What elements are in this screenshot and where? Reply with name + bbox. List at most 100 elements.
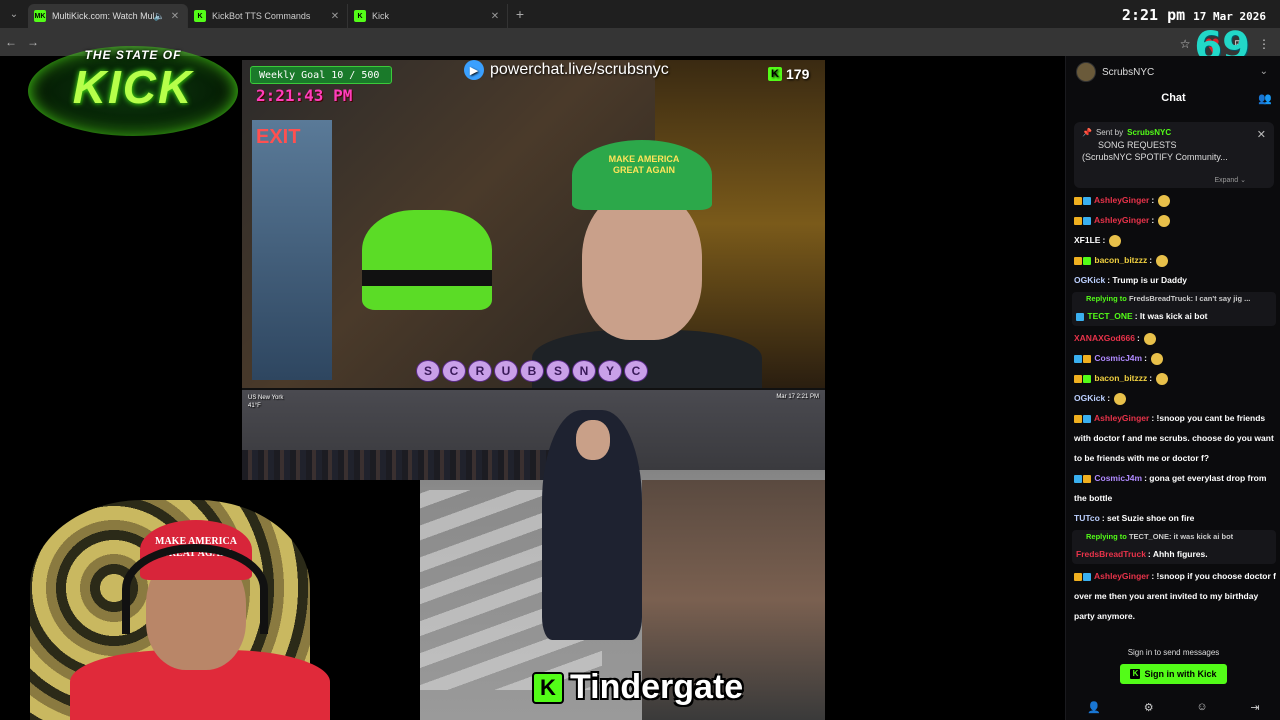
speaker-icon[interactable]: 🔈 — [154, 11, 165, 22]
reply-context[interactable]: Replying to TECT_ONE: it was kick ai bot — [1076, 530, 1272, 544]
reply-target: TECT_ONE: — [1128, 532, 1172, 541]
chat-message: OGKick: — [1072, 388, 1276, 408]
name-letter: S — [416, 360, 440, 382]
chat-username[interactable]: AshleyGinger — [1094, 571, 1149, 581]
officer-face — [576, 420, 610, 460]
viewer-count-value: 179 — [786, 66, 810, 82]
reply-label: Replying to — [1086, 532, 1127, 541]
badge-icon — [1083, 196, 1091, 205]
name-letter: R — [468, 360, 492, 382]
chat-username[interactable]: XANAXGod666 — [1074, 333, 1135, 343]
viewer-count: K 179 — [768, 66, 809, 82]
emote-icon — [1109, 234, 1122, 247]
emote-icon — [1156, 372, 1169, 385]
tab-search-icon[interactable]: ⌄ — [0, 0, 28, 28]
powerchat-banner: ▶ powerchat.live/scrubsnyc — [464, 60, 669, 80]
badge-icon — [1074, 354, 1082, 363]
gear-icon[interactable]: ⚙ — [1144, 701, 1154, 714]
emote-icon — [1114, 392, 1127, 405]
weekly-goal-badge: Weekly Goal 10 / 500 — [250, 66, 392, 84]
badge-icon — [1083, 474, 1091, 483]
tab-title: Kick — [372, 11, 390, 21]
chevron-down-icon[interactable]: ⌄ — [1260, 66, 1268, 77]
badge-icon — [1083, 354, 1091, 363]
chat-message: bacon_bitzzz: — [1072, 368, 1276, 388]
chat-title: Chat — [1161, 92, 1186, 104]
badge-icon — [1074, 216, 1082, 225]
chat-username[interactable]: CosmicJ4m — [1094, 353, 1142, 363]
new-tab-button[interactable]: + — [508, 6, 532, 22]
chat-username[interactable]: FredsBreadTruck — [1076, 549, 1146, 559]
chat-username[interactable]: TUTco — [1074, 513, 1100, 523]
badge-icon — [1074, 572, 1082, 581]
chat-username[interactable]: CosmicJ4m — [1094, 473, 1142, 483]
kick-logo-icon: K — [532, 671, 564, 704]
avatar — [1076, 62, 1096, 82]
add-user-icon[interactable]: 👤 — [1087, 701, 1101, 714]
gift-icon — [1083, 374, 1091, 383]
chat-message: AshleyGinger: — [1072, 190, 1276, 210]
back-icon[interactable]: ← — [0, 35, 22, 49]
tab-kickbot[interactable]: K KickBot TTS Commands ✕ — [188, 4, 348, 28]
chat-message: CosmicJ4m: gona get everylast drop from … — [1074, 473, 1267, 503]
expand-label: Expand — [1214, 177, 1239, 184]
kick-icon: K — [768, 67, 782, 81]
menu-icon[interactable]: ⋮ — [1258, 37, 1270, 51]
reply-label: Replying to — [1086, 294, 1127, 303]
chat-username[interactable]: bacon_bitzzz — [1094, 373, 1147, 383]
pinned-message[interactable]: 📌 Sent by ScrubsNYC SONG REQUESTS (Scrub… — [1074, 122, 1274, 188]
chat-reply: Replying to FredsBreadTruck: I can't say… — [1072, 292, 1276, 326]
close-icon[interactable]: ✕ — [169, 11, 181, 22]
powerchat-url: powerchat.live/scrubsnyc — [490, 61, 669, 78]
expand-button[interactable]: Expand ⌄ — [1214, 176, 1246, 184]
badge-icon — [1074, 414, 1082, 423]
pin-icon: 📌 — [1082, 128, 1092, 137]
reply-target: FredsBreadTruck: — [1128, 294, 1194, 303]
users-icon[interactable]: 👥 — [1258, 92, 1272, 105]
chat-username[interactable]: OGKick — [1074, 275, 1105, 285]
streamer-webcam: MAKE AMERICA GREAT AGAIN — [0, 480, 420, 720]
signin-button[interactable]: K Sign in with Kick — [1120, 663, 1227, 684]
clock-date: 17 Mar 2026 — [1193, 10, 1266, 23]
chat-username[interactable]: TECT_ONE — [1087, 311, 1132, 321]
stream-timer: 2:21:43 PM — [256, 86, 353, 105]
stream-top-camera: EXIT MAKE AMERICA GREAT AGAIN Weekly Goa… — [242, 60, 825, 388]
tab-kick[interactable]: K Kick ✕ — [348, 4, 508, 28]
chat-reply: Replying to TECT_ONE: it was kick ai bot… — [1072, 530, 1276, 564]
exit-icon[interactable]: ⇥ — [1250, 701, 1259, 714]
chat-username[interactable]: bacon_bitzzz — [1094, 255, 1147, 265]
star-icon[interactable]: ☆ — [1180, 37, 1191, 51]
chat-text: Trump is ur Daddy — [1112, 275, 1188, 285]
chat-messages: AshleyGinger: AshleyGinger: XF1LE: bacon… — [1072, 190, 1276, 638]
tab-multikick[interactable]: MK MultiKick.com: Watch Multi 🔈 ✕ — [28, 4, 188, 28]
screen: ⌄ MK MultiKick.com: Watch Multi 🔈 ✕ K Ki… — [0, 0, 1280, 720]
tab-title: MultiKick.com: Watch Multi — [52, 11, 154, 21]
emoji-icon[interactable]: ☺ — [1196, 701, 1207, 714]
chat-message: AshleyGinger: — [1072, 210, 1276, 230]
close-icon[interactable]: ✕ — [329, 11, 341, 22]
name-letter: B — [520, 360, 544, 382]
chat-message: AshleyGinger: !snoop if you choose docto… — [1074, 571, 1276, 621]
chat-username[interactable]: AshleyGinger — [1094, 215, 1149, 225]
kick-icon: K — [1130, 668, 1141, 679]
chat-message: OGKick: Trump is ur Daddy — [1074, 275, 1188, 285]
reply-context[interactable]: Replying to FredsBreadTruck: I can't say… — [1076, 292, 1272, 306]
chat-text: Ahhh figures. — [1152, 549, 1208, 559]
close-icon[interactable]: ✕ — [489, 11, 501, 22]
sent-by-label: Sent by — [1095, 128, 1124, 137]
chat-message: XF1LE: — [1072, 230, 1276, 250]
reply-snippet: it was kick ai bot — [1173, 532, 1234, 541]
exit-sign: EXIT — [256, 126, 301, 148]
badge-icon — [1074, 474, 1082, 483]
chat-username[interactable]: AshleyGinger — [1094, 195, 1149, 205]
chat-username[interactable]: XF1LE — [1074, 235, 1100, 245]
chat-username[interactable]: AshleyGinger — [1094, 413, 1149, 423]
pinned-line2: (ScrubsNYC SPOTIFY Community... — [1082, 152, 1228, 162]
chat-username[interactable]: OGKick — [1074, 393, 1105, 403]
close-icon[interactable]: ✕ — [1257, 128, 1266, 141]
parade-crowd — [242, 450, 562, 480]
overlay-clock: 2:21 pm 17 Mar 2026 — [1122, 6, 1266, 24]
channel-header[interactable]: ScrubsNYC — [1076, 62, 1154, 82]
badge-icon — [1076, 312, 1084, 321]
chat-footer: 👤 ⚙ ☺ ⇥ — [1066, 701, 1280, 714]
